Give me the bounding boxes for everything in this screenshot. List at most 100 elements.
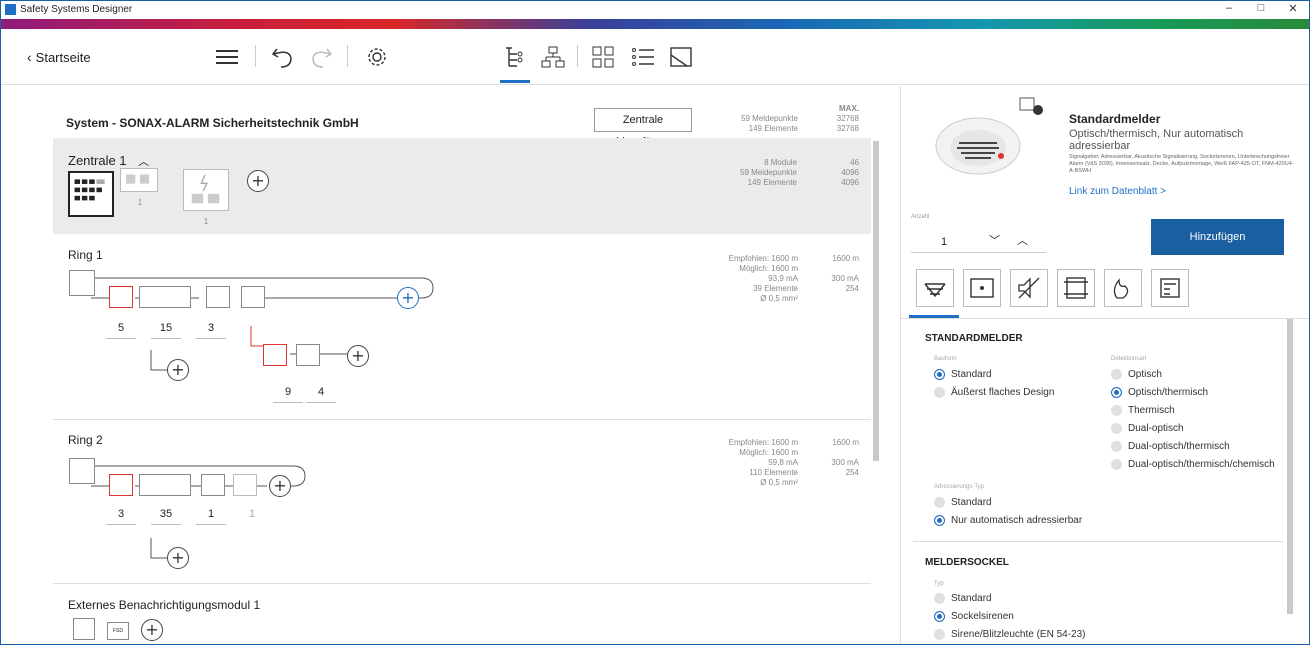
section-divider [913, 541, 1283, 542]
radio-bauform-standard[interactable]: Standard [934, 369, 992, 381]
back-link[interactable]: ‹ Startseite [27, 49, 91, 65]
ring-start-icon[interactable] [69, 458, 95, 484]
fsd-badge[interactable]: FSD [107, 622, 129, 640]
ring2-stat-line: Möglich: 1600 m [739, 448, 798, 457]
toolbar-separator [255, 45, 256, 67]
chevron-down-icon[interactable]: ﹀ [989, 232, 1000, 248]
smoke-detector-icon[interactable] [139, 474, 191, 496]
menu-icon[interactable] [213, 43, 241, 71]
smoke-detector-icon[interactable] [139, 286, 191, 308]
group-label: Bauform [934, 356, 957, 362]
radio-adress-standard[interactable]: Standard [934, 497, 992, 509]
system-max-elemente: 32768 [836, 124, 859, 133]
isolator-icon[interactable] [233, 474, 257, 496]
list-view-icon[interactable] [629, 43, 657, 71]
add-central-button[interactable]: Zentrale hinzufügen [594, 108, 692, 148]
count-underline [106, 338, 136, 339]
ring2-max-line: 300 mA [831, 458, 859, 467]
sub-loop-device-icon[interactable] [263, 344, 287, 366]
tab-accessories[interactable] [1151, 269, 1189, 307]
chevron-up-icon[interactable]: ︿ [1017, 232, 1028, 248]
add-external-button[interactable]: + [141, 619, 163, 641]
radio-dual-optisch-thermisch-chemisch[interactable]: Dual-optisch/thermisch/chemisch [1111, 459, 1275, 471]
system-title: System - SONAX-ALARM Sicherheitstechnik … [66, 116, 359, 130]
zentrale-max-elemente: 4096 [841, 178, 859, 187]
datasheet-link[interactable]: Link zum Datenblatt > [1069, 186, 1166, 197]
ring1-title[interactable]: Ring 1 [68, 248, 103, 262]
device-count: 3 [207, 322, 215, 334]
quantity-value[interactable]: 1 [941, 236, 947, 248]
chevron-up-icon[interactable]: ︿ [138, 156, 149, 168]
interface-module-icon[interactable] [241, 286, 265, 308]
sounder-icon[interactable] [206, 286, 230, 308]
zentrale-stat-elemente: 149 Elemente [747, 178, 797, 187]
network-view-icon[interactable] [539, 43, 567, 71]
radio-dual-optisch[interactable]: Dual-optisch [1111, 423, 1184, 435]
external-module-title[interactable]: Externes Benachrichtigungsmodul 1 [68, 598, 260, 612]
left-scrollbar[interactable] [873, 141, 879, 461]
tree-view-icon[interactable] [501, 43, 529, 71]
product-details: Signalgeber, Adressierbar, Akustische Si… [1069, 154, 1294, 174]
power-supply-icon[interactable] [183, 169, 229, 211]
zentrale-stat-module: 8 Module [764, 158, 797, 167]
tab-detector[interactable] [916, 269, 954, 307]
add-button[interactable]: Hinzufügen [1151, 219, 1284, 255]
product-title: Standardmelder [1069, 112, 1161, 126]
radio-thermisch[interactable]: Thermisch [1111, 405, 1175, 417]
add-subloop-device-button[interactable]: + [347, 345, 369, 367]
panel-controller-icon[interactable] [68, 171, 114, 217]
close-button[interactable]: ✕ [1278, 2, 1308, 15]
image-view-icon[interactable] [667, 43, 695, 71]
maximize-button[interactable]: □ [1246, 2, 1276, 14]
radio-dual-optisch-thermisch[interactable]: Dual-optisch/thermisch [1111, 441, 1230, 453]
toolbar-separator [347, 45, 348, 67]
active-view-indicator [500, 80, 530, 83]
device-count: 3 [117, 508, 125, 520]
add-branch-button[interactable]: + [167, 547, 189, 569]
sub-loop-detector-icon[interactable] [296, 344, 320, 366]
power-supply-count: 1 [203, 217, 209, 226]
right-scrollbar[interactable] [1287, 319, 1293, 614]
add-ring1-device-button[interactable]: + [397, 287, 419, 309]
manual-call-point-icon[interactable] [109, 474, 133, 496]
io-module-icon[interactable] [201, 474, 225, 496]
tab-interface[interactable] [1057, 269, 1095, 307]
grid-view-icon[interactable] [589, 43, 617, 71]
radio-optisch-thermisch[interactable]: Optisch/thermisch [1111, 387, 1208, 399]
ring2-title[interactable]: Ring 2 [68, 433, 103, 447]
notification-module-icon[interactable] [73, 618, 95, 640]
module-slot-icon[interactable] [120, 168, 158, 192]
radio-bauform-flach[interactable]: Äußerst flaches Design [934, 387, 1054, 399]
section-title: STANDARDMELDER [925, 333, 1023, 344]
add-module-button[interactable]: + [247, 170, 269, 192]
redo-icon[interactable] [307, 43, 335, 71]
count-underline [196, 524, 226, 525]
zentrale-title[interactable]: Zentrale 1 ︿ [68, 153, 149, 169]
zentrale-panel: Zentrale 1 ︿ 8 Module 59 Meldepunkte 149… [53, 138, 871, 234]
tab-extinguishing[interactable] [1104, 269, 1142, 307]
radio-sockelsirenen[interactable]: Sockelsirenen [934, 611, 1014, 623]
ring1-stat-line: 93,9 mA [768, 274, 798, 283]
ring2-max-line: 1600 m [832, 438, 859, 447]
group-label: Typ [934, 581, 944, 587]
undo-icon[interactable] [269, 43, 297, 71]
radio-sockel-standard[interactable]: Standard [934, 593, 992, 605]
ring1-stat-line: Möglich: 1600 m [739, 264, 798, 273]
ring1-stat-line: Ø 0,5 mm² [760, 294, 798, 303]
radio-optisch[interactable]: Optisch [1111, 369, 1162, 381]
tab-sounder[interactable] [1010, 269, 1048, 307]
zentrale-max-meldepunkte: 4096 [841, 168, 859, 177]
radio-adress-auto[interactable]: Nur automatisch adressierbar [934, 515, 1082, 527]
manual-call-point-icon[interactable] [109, 286, 133, 308]
minimize-button[interactable]: – [1214, 2, 1244, 14]
count-underline [151, 338, 181, 339]
zentrale-max-stats: 46 4096 4096 [823, 158, 859, 188]
system-stat-elemente: 149 Elemente [748, 124, 798, 133]
radio-sirene-blitzleuchte[interactable]: Sirene/Blitzleuchte (EN 54-23) [934, 629, 1086, 641]
add-ring2-device-button[interactable]: + [269, 475, 291, 497]
system-tree-pane: System - SONAX-ALARM Sicherheitstechnik … [1, 86, 881, 644]
gear-icon[interactable] [363, 43, 391, 71]
add-branch-button[interactable]: + [167, 359, 189, 381]
tab-manual-call-point[interactable] [963, 269, 1001, 307]
ring-start-icon[interactable] [69, 270, 95, 296]
